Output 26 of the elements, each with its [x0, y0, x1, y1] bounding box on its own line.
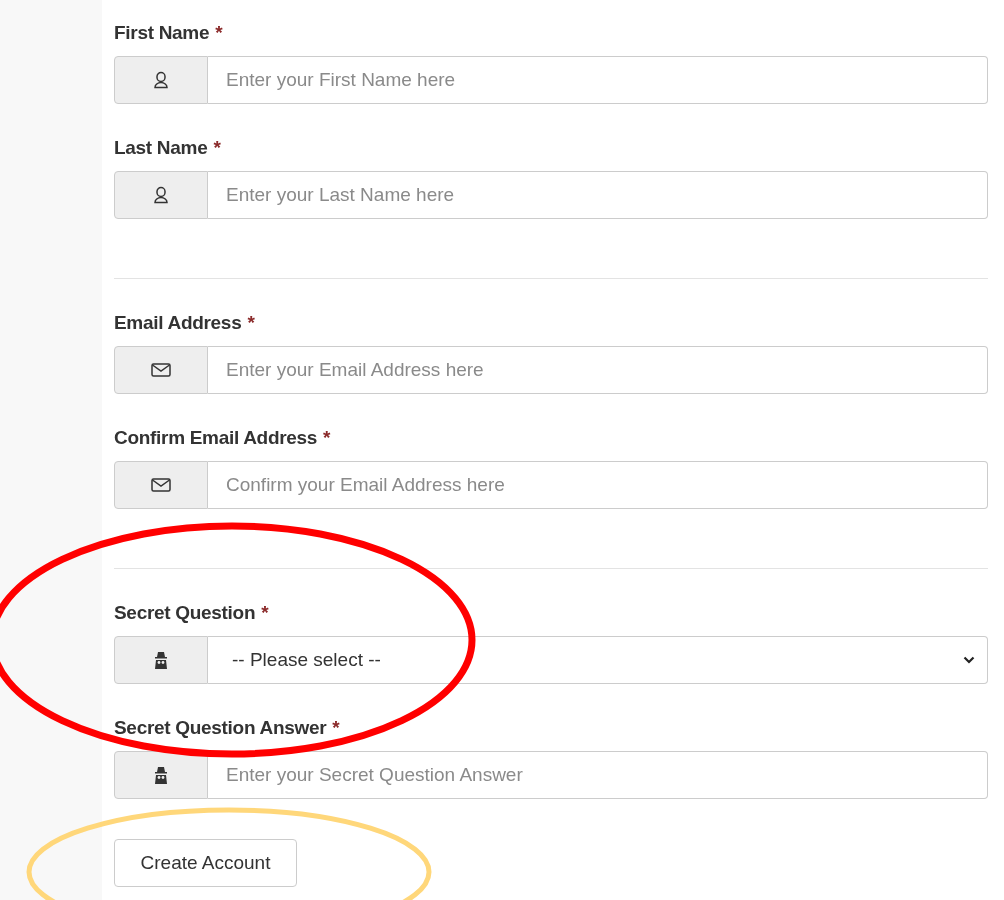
user-secret-icon	[154, 766, 168, 784]
field-label: Secret Question Answer	[114, 717, 327, 739]
field-label: Last Name	[114, 137, 208, 159]
field-label: Email Address	[114, 312, 242, 334]
envelope-icon	[151, 363, 171, 377]
user-secret-icon	[154, 651, 168, 669]
field-label: First Name	[114, 22, 210, 44]
input-field[interactable]: Enter your Secret Question Answer	[208, 751, 988, 799]
user-icon	[153, 71, 169, 89]
envelope-icon	[151, 478, 171, 492]
create-account-button[interactable]: Create Account	[114, 839, 297, 887]
select-field[interactable]: -- Please select --	[208, 636, 988, 684]
user-icon	[153, 186, 169, 204]
input-field[interactable]: Enter your First Name here	[208, 56, 988, 104]
required-mark: *	[213, 137, 221, 159]
required-mark: *	[261, 602, 269, 624]
required-mark: *	[215, 22, 223, 44]
input-field[interactable]: Enter your Last Name here	[208, 171, 988, 219]
field-label: Confirm Email Address	[114, 427, 318, 449]
field-label: Secret Question	[114, 602, 256, 624]
input-field[interactable]: Enter your Email Address here	[208, 346, 988, 394]
required-mark: *	[332, 717, 340, 739]
chevron-down-icon	[963, 656, 975, 664]
required-mark: *	[323, 427, 331, 449]
input-field[interactable]: Confirm your Email Address here	[208, 461, 988, 509]
required-mark: *	[247, 312, 255, 334]
